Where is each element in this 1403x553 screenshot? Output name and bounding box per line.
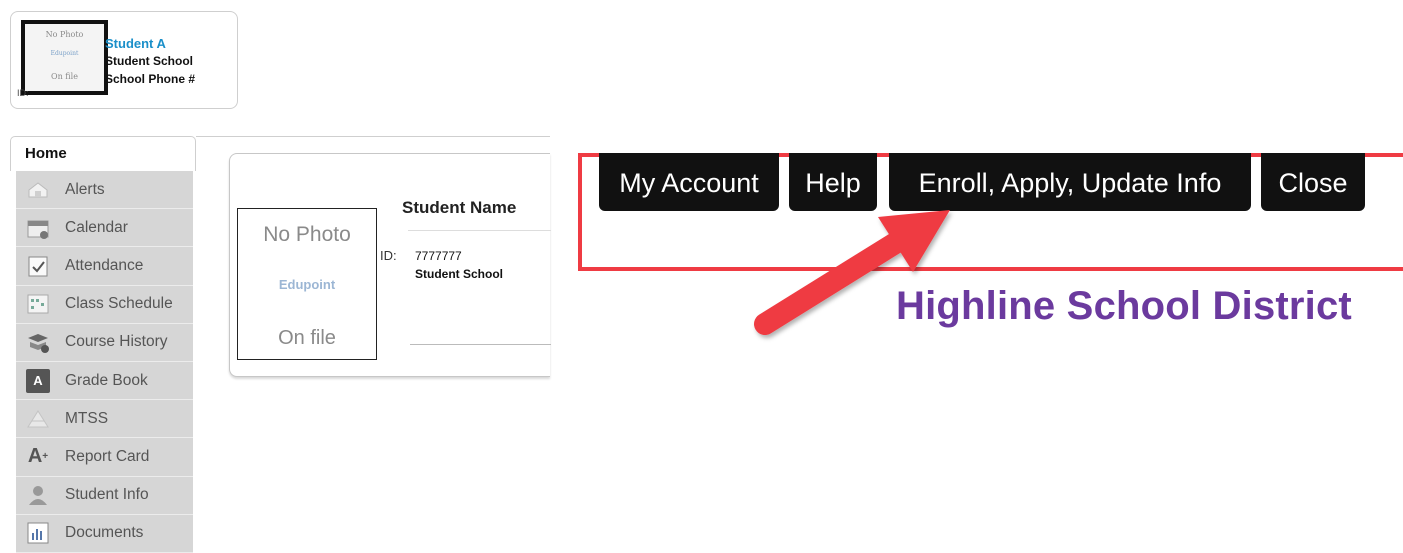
district-title: Highline School District xyxy=(896,284,1352,328)
arrow-icon xyxy=(754,210,950,335)
